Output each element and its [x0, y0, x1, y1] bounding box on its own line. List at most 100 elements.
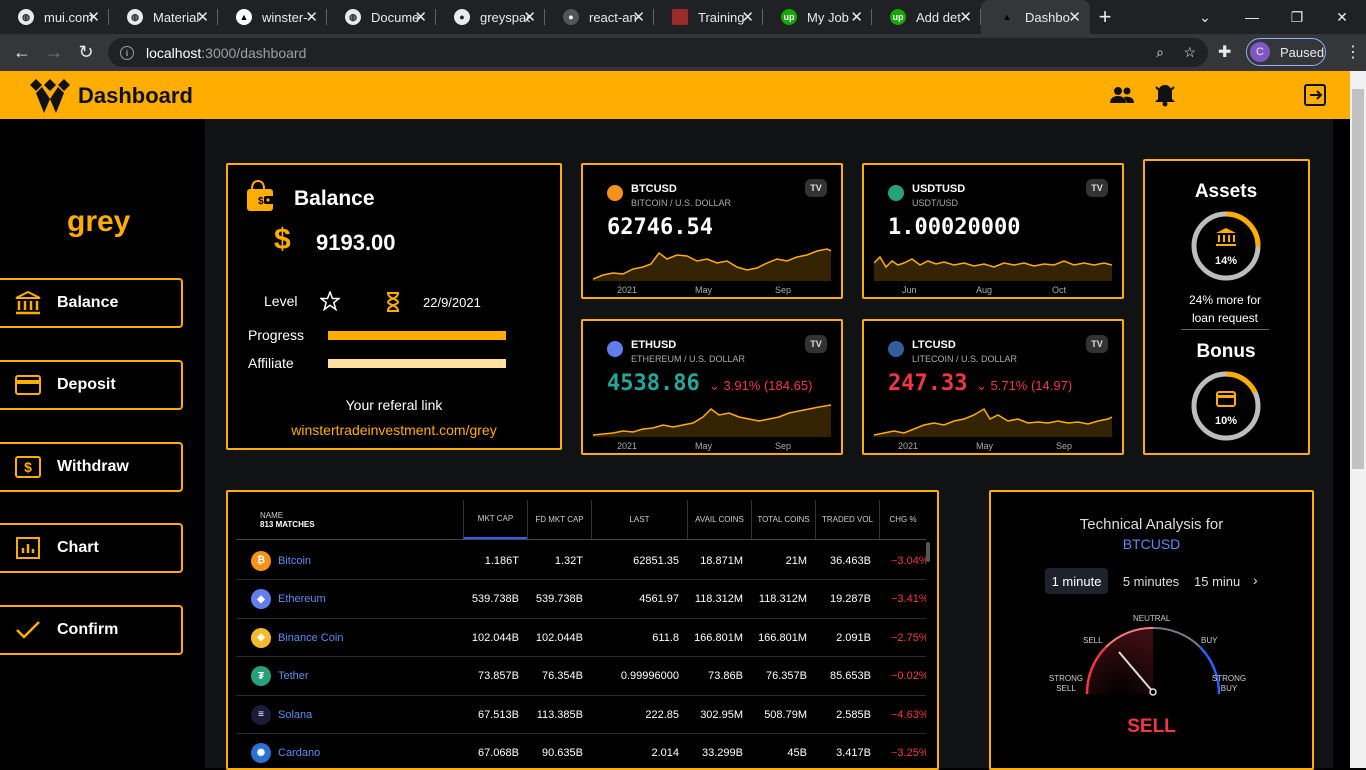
table-row[interactable]: ₿Bitcoin1.186T1.32T62851.3518.871M21M36.… — [236, 542, 926, 580]
browser-tab[interactable]: ●react-an✕ — [545, 0, 654, 34]
column-header[interactable]: TOTAL COINS — [751, 500, 815, 539]
coin-icon: ≡ — [251, 705, 271, 725]
browser-tab[interactable]: ▲winster-✕ — [218, 0, 327, 34]
scrollbar-thumb[interactable] — [1352, 89, 1364, 469]
table-row[interactable]: ✺Cardano67.068B90.635B2.01433.299B45B3.4… — [236, 735, 926, 770]
coin-name[interactable]: Bitcoin — [278, 555, 311, 567]
logo-icon — [30, 79, 70, 113]
column-header[interactable]: MKT CAP — [463, 500, 527, 539]
column-header[interactable]: CHG % — [879, 500, 926, 539]
coin-name-cell[interactable]: ✺Cardano — [236, 743, 463, 763]
training-icon — [672, 9, 688, 25]
bookmark-star-icon[interactable]: ☆ — [1183, 44, 1196, 61]
ticker-card-btcusd[interactable]: BTCUSD BITCOIN / U.S. DOLLAR TV 62746.54… — [581, 163, 843, 299]
url-path: :3000/dashboard — [201, 45, 306, 61]
back-button[interactable]: ← — [6, 38, 38, 68]
forward-button[interactable]: → — [38, 38, 70, 68]
coin-name-cell[interactable]: ₿Bitcoin — [236, 551, 463, 571]
menu-icon[interactable]: ⋮ — [1345, 42, 1361, 62]
reload-button[interactable]: ↻ — [70, 38, 102, 68]
interval-tab[interactable]: 15 minu — [1194, 568, 1250, 594]
browser-tab[interactable]: ●greyspac✕ — [436, 0, 545, 34]
close-tab-icon[interactable]: ✕ — [87, 8, 100, 26]
ticker-card-ethusd[interactable]: ETHUSD ETHEREUM / U.S. DOLLAR TV 4538.86… — [581, 319, 843, 455]
tab-search-icon[interactable]: ⌄ — [1183, 0, 1227, 34]
table-cell: −3.04% — [879, 555, 926, 567]
sidebar-item-withdraw[interactable]: $ Withdraw — [0, 442, 183, 492]
coin-name-cell[interactable]: ◈Binance Coin — [236, 628, 463, 648]
browser-tab[interactable]: upMy Job✕ — [763, 0, 872, 34]
coin-name[interactable]: Solana — [278, 709, 312, 721]
coin-name[interactable]: Tether — [278, 670, 309, 682]
ta-symbol[interactable]: BTCUSD — [991, 536, 1312, 552]
gauge-label: SELL — [1083, 636, 1103, 646]
coin-name[interactable]: Ethereum — [278, 593, 326, 605]
new-tab-button[interactable]: + — [1090, 0, 1120, 34]
url-host: localhost — [146, 45, 201, 61]
table-row[interactable]: ≡Solana67.513B113.385B222.85302.95M508.7… — [236, 696, 926, 734]
assets-percent: 14% — [1145, 255, 1307, 267]
table-scrollbar[interactable] — [926, 542, 930, 562]
info-icon[interactable]: i — [120, 46, 134, 60]
sidebar-item-confirm[interactable]: Confirm — [0, 605, 183, 655]
close-tab-icon[interactable]: ✕ — [196, 8, 209, 26]
close-tab-icon[interactable]: ✕ — [959, 8, 972, 26]
interval-tab-active[interactable]: 1 minute — [1045, 568, 1108, 594]
close-tab-icon[interactable]: ✕ — [305, 8, 318, 26]
close-tab-icon[interactable]: ✕ — [523, 8, 536, 26]
url-bar[interactable]: i localhost:3000/dashboard ⌕ ☆ — [108, 38, 1208, 67]
sidebar-item-balance[interactable]: Balance — [0, 278, 183, 328]
profile-button[interactable]: CPaused — [1246, 38, 1326, 66]
referral-link[interactable]: winstertradeinvestment.com/grey — [228, 422, 560, 438]
column-header[interactable]: FD MKT CAP — [527, 500, 591, 539]
table-row[interactable]: ◆Ethereum539.738B539.738B4561.97118.312M… — [236, 581, 926, 619]
chevron-right-icon[interactable]: › — [1253, 572, 1258, 588]
coin-name[interactable]: Cardano — [278, 747, 320, 759]
bell-icon[interactable] — [1153, 83, 1177, 107]
coin-name[interactable]: Binance Coin — [278, 632, 343, 644]
column-header[interactable]: AVAIL COINS — [687, 500, 751, 539]
browser-tab[interactable]: ◍mui.com✕ — [0, 0, 109, 34]
ticker-card-usdtusd[interactable]: USDTUSD USDT/USD TV 1.00020000 Jun Aug O… — [862, 163, 1124, 299]
column-header[interactable]: TRADED VOL — [815, 500, 879, 539]
sidebar-item-chart[interactable]: Chart — [0, 523, 183, 573]
table-cell: 19.287B — [815, 593, 879, 605]
coin-name-cell[interactable]: ≡ Solana — [236, 705, 463, 725]
tradingview-icon[interactable]: TV — [805, 179, 827, 197]
ticker-name: LITECOIN / U.S. DOLLAR — [912, 354, 1017, 364]
extensions-icon[interactable]: ✚ — [1218, 42, 1231, 62]
logout-icon[interactable] — [1303, 83, 1327, 107]
zoom-icon[interactable]: ⌕ — [1156, 44, 1164, 61]
bank-icon — [1215, 227, 1237, 247]
column-header[interactable]: LAST — [591, 500, 687, 539]
tradingview-icon[interactable]: TV — [1086, 335, 1108, 353]
browser-tab[interactable]: ◍Docume✕ — [327, 0, 436, 34]
close-window-button[interactable]: ✕ — [1320, 0, 1364, 34]
coin-name-cell[interactable]: ₮Tether — [236, 666, 463, 686]
tradingview-icon[interactable]: TV — [805, 335, 827, 353]
table-cell: −0.02% — [879, 670, 926, 682]
table-cell: 222.85 — [591, 709, 687, 721]
page-scrollbar[interactable] — [1350, 71, 1366, 768]
dollar-bill-icon: $ — [14, 455, 42, 479]
coin-name-cell[interactable]: ◆Ethereum — [236, 589, 463, 609]
tradingview-icon[interactable]: TV — [1086, 179, 1108, 197]
ticker-card-ltcusd[interactable]: LTCUSD LITECOIN / U.S. DOLLAR TV 247.33 … — [862, 319, 1124, 455]
table-row[interactable]: ₮Tether73.857B76.354B0.9999600073.86B76.… — [236, 658, 926, 696]
browser-tab[interactable]: upAdd det✕ — [872, 0, 981, 34]
minimize-button[interactable]: — — [1230, 0, 1274, 34]
browser-tab[interactable]: ◍Material✕ — [109, 0, 218, 34]
close-tab-icon[interactable]: ✕ — [1068, 8, 1081, 26]
table-row[interactable]: ◈Binance Coin102.044B102.044B611.8166.80… — [236, 619, 926, 657]
close-tab-icon[interactable]: ✕ — [741, 8, 754, 26]
users-icon[interactable] — [1110, 83, 1134, 107]
browser-tab-active[interactable]: ▲Dashbo✕ — [981, 0, 1090, 34]
interval-tab[interactable]: 5 minutes — [1117, 568, 1185, 594]
close-tab-icon[interactable]: ✕ — [414, 8, 427, 26]
sidebar-item-deposit[interactable]: Deposit — [0, 360, 183, 410]
close-tab-icon[interactable]: ✕ — [850, 8, 863, 26]
close-tab-icon[interactable]: ✕ — [632, 8, 645, 26]
column-header-name[interactable]: NAME 813 MATCHES — [236, 500, 463, 539]
browser-tab[interactable]: Training✕ — [654, 0, 763, 34]
maximize-button[interactable]: ❐ — [1275, 0, 1319, 34]
